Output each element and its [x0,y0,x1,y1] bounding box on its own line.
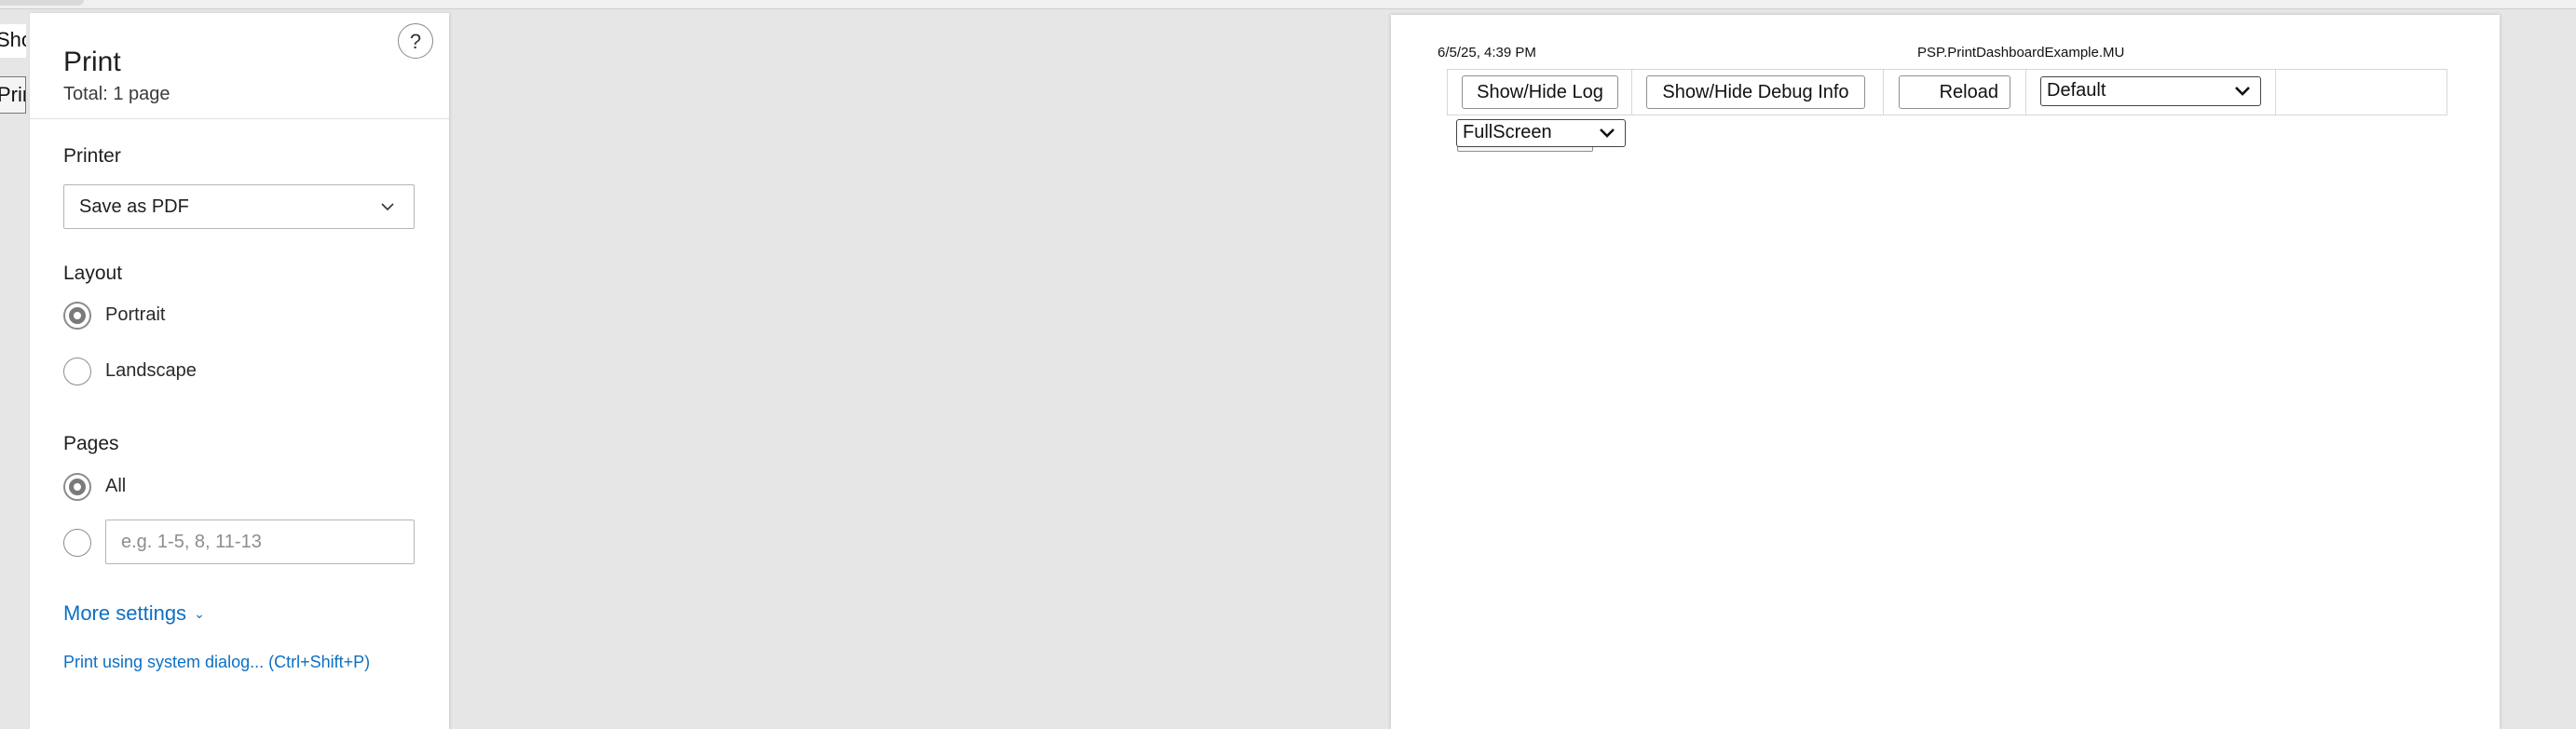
more-settings-link[interactable]: More settings ⌄ [63,601,205,626]
view-dropdown-value: Default [2047,80,2106,101]
browser-tab-fragment [0,0,84,6]
view-dropdown[interactable]: Default [2040,76,2261,106]
print-settings-panel: Print Total: 1 page ? Printer Save as PD… [30,13,449,729]
pages-all-label: All [105,476,127,496]
print-title: Print [63,47,121,77]
pages-range-input[interactable] [105,520,415,564]
header-divider [30,118,449,119]
preview-toolbar: Show/Hide Log Show/Hide Debug Info Reloa… [1447,69,2447,115]
background-print-button[interactable]: Print [0,76,26,114]
chevron-down-icon: ⌄ [194,606,205,621]
toolbar-cell-reload: Reload [1884,70,2026,115]
landscape-label: Landscape [105,360,197,381]
total-pages-text: Total: 1 page [63,84,170,104]
portrait-radio[interactable] [63,302,91,330]
layout-label: Layout [63,263,123,284]
landscape-radio[interactable] [63,358,91,385]
help-button[interactable]: ? [398,23,433,59]
browser-top-strip [0,0,2576,9]
printer-label: Printer [63,145,121,167]
more-settings-label: More settings [63,601,187,625]
pages-custom-radio[interactable] [63,529,91,557]
toolbar-cell-log: Show/Hide Log [1448,70,1632,115]
pages-all-radio[interactable] [63,473,91,501]
chevron-down-icon [2235,87,2250,96]
show-hide-log-button[interactable]: Show/Hide Log [1462,75,1618,109]
chevron-down-icon [1600,128,1615,138]
portrait-label: Portrait [105,304,166,325]
reload-button[interactable]: Reload [1899,75,2010,109]
toolbar-cell-debug: Show/Hide Debug Info [1632,70,1884,115]
print-preview-page: 6/5/25, 4:39 PM PSP.PrintDashboardExampl… [1391,15,2500,729]
show-hide-debug-button[interactable]: Show/Hide Debug Info [1646,75,1865,109]
fullscreen-select[interactable]: FullScreen [1456,119,1626,147]
preview-header-date: 6/5/25, 4:39 PM [1438,45,1536,61]
toolbar-cell-dropdown: Default [2026,70,2276,115]
background-show-hide-log-button[interactable]: Show/Hide Log [0,24,26,58]
system-dialog-link[interactable]: Print using system dialog... (Ctrl+Shift… [63,653,370,672]
printer-select[interactable]: Save as PDF [63,184,415,229]
pages-label: Pages [63,433,119,454]
preview-header-title: PSP.PrintDashboardExample.MU [1917,45,2125,61]
printer-selected-value: Save as PDF [79,196,189,217]
chevron-down-icon [381,203,394,211]
toolbar-cell-empty [2276,70,2447,115]
fullscreen-select-value: FullScreen [1463,122,1552,142]
